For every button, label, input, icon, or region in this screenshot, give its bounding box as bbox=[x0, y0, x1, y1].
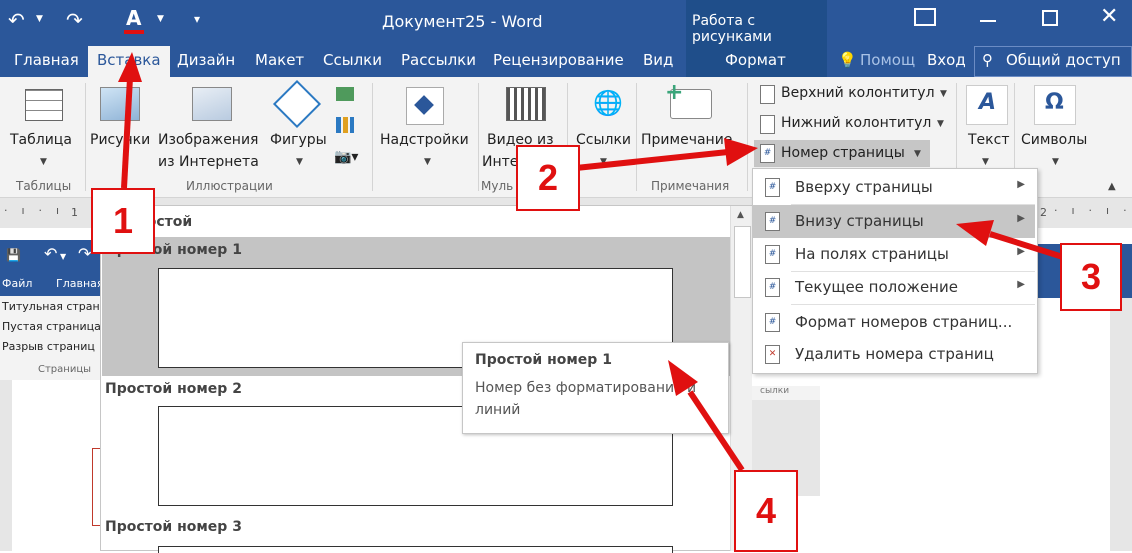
arrow-3-head bbox=[956, 220, 994, 246]
arrow-1-line bbox=[121, 77, 133, 189]
arrow-4-head bbox=[668, 360, 698, 396]
arrow-4-line bbox=[687, 390, 745, 472]
callout-2: 2 bbox=[516, 145, 580, 211]
arrow-3-line bbox=[989, 231, 1067, 261]
callout-3: 3 bbox=[1060, 243, 1122, 311]
arrow-2-head bbox=[724, 138, 758, 166]
annotation-arrows bbox=[118, 52, 1067, 472]
arrow-1-head bbox=[118, 52, 142, 82]
callout-1: 1 bbox=[91, 188, 155, 254]
callout-4: 4 bbox=[734, 470, 798, 552]
arrow-2-line bbox=[575, 149, 729, 171]
